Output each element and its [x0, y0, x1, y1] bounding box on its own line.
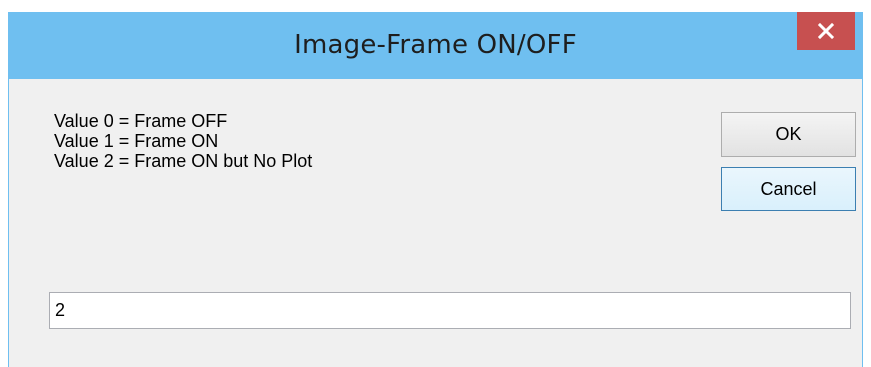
- title-bar[interactable]: Image-Frame ON/OFF: [8, 12, 863, 79]
- close-button[interactable]: [797, 12, 855, 50]
- ok-button[interactable]: OK: [721, 112, 856, 157]
- close-icon: [818, 23, 834, 39]
- dialog-title: Image-Frame ON/OFF: [294, 30, 577, 60]
- prompt-line: Value 0 = Frame OFF: [54, 111, 228, 131]
- dialog-window: Image-Frame ON/OFF Value 0 = Frame OFF V…: [8, 12, 863, 367]
- cancel-button[interactable]: Cancel: [721, 167, 856, 211]
- prompt-line: Value 2 = Frame ON but No Plot: [54, 151, 313, 171]
- prompt-line: Value 1 = Frame ON: [54, 131, 219, 151]
- dialog-body: Value 0 = Frame OFF Value 1 = Frame ON V…: [8, 79, 863, 367]
- value-input[interactable]: [49, 292, 851, 329]
- prompt-text: Value 0 = Frame OFF Value 1 = Frame ON V…: [54, 111, 312, 171]
